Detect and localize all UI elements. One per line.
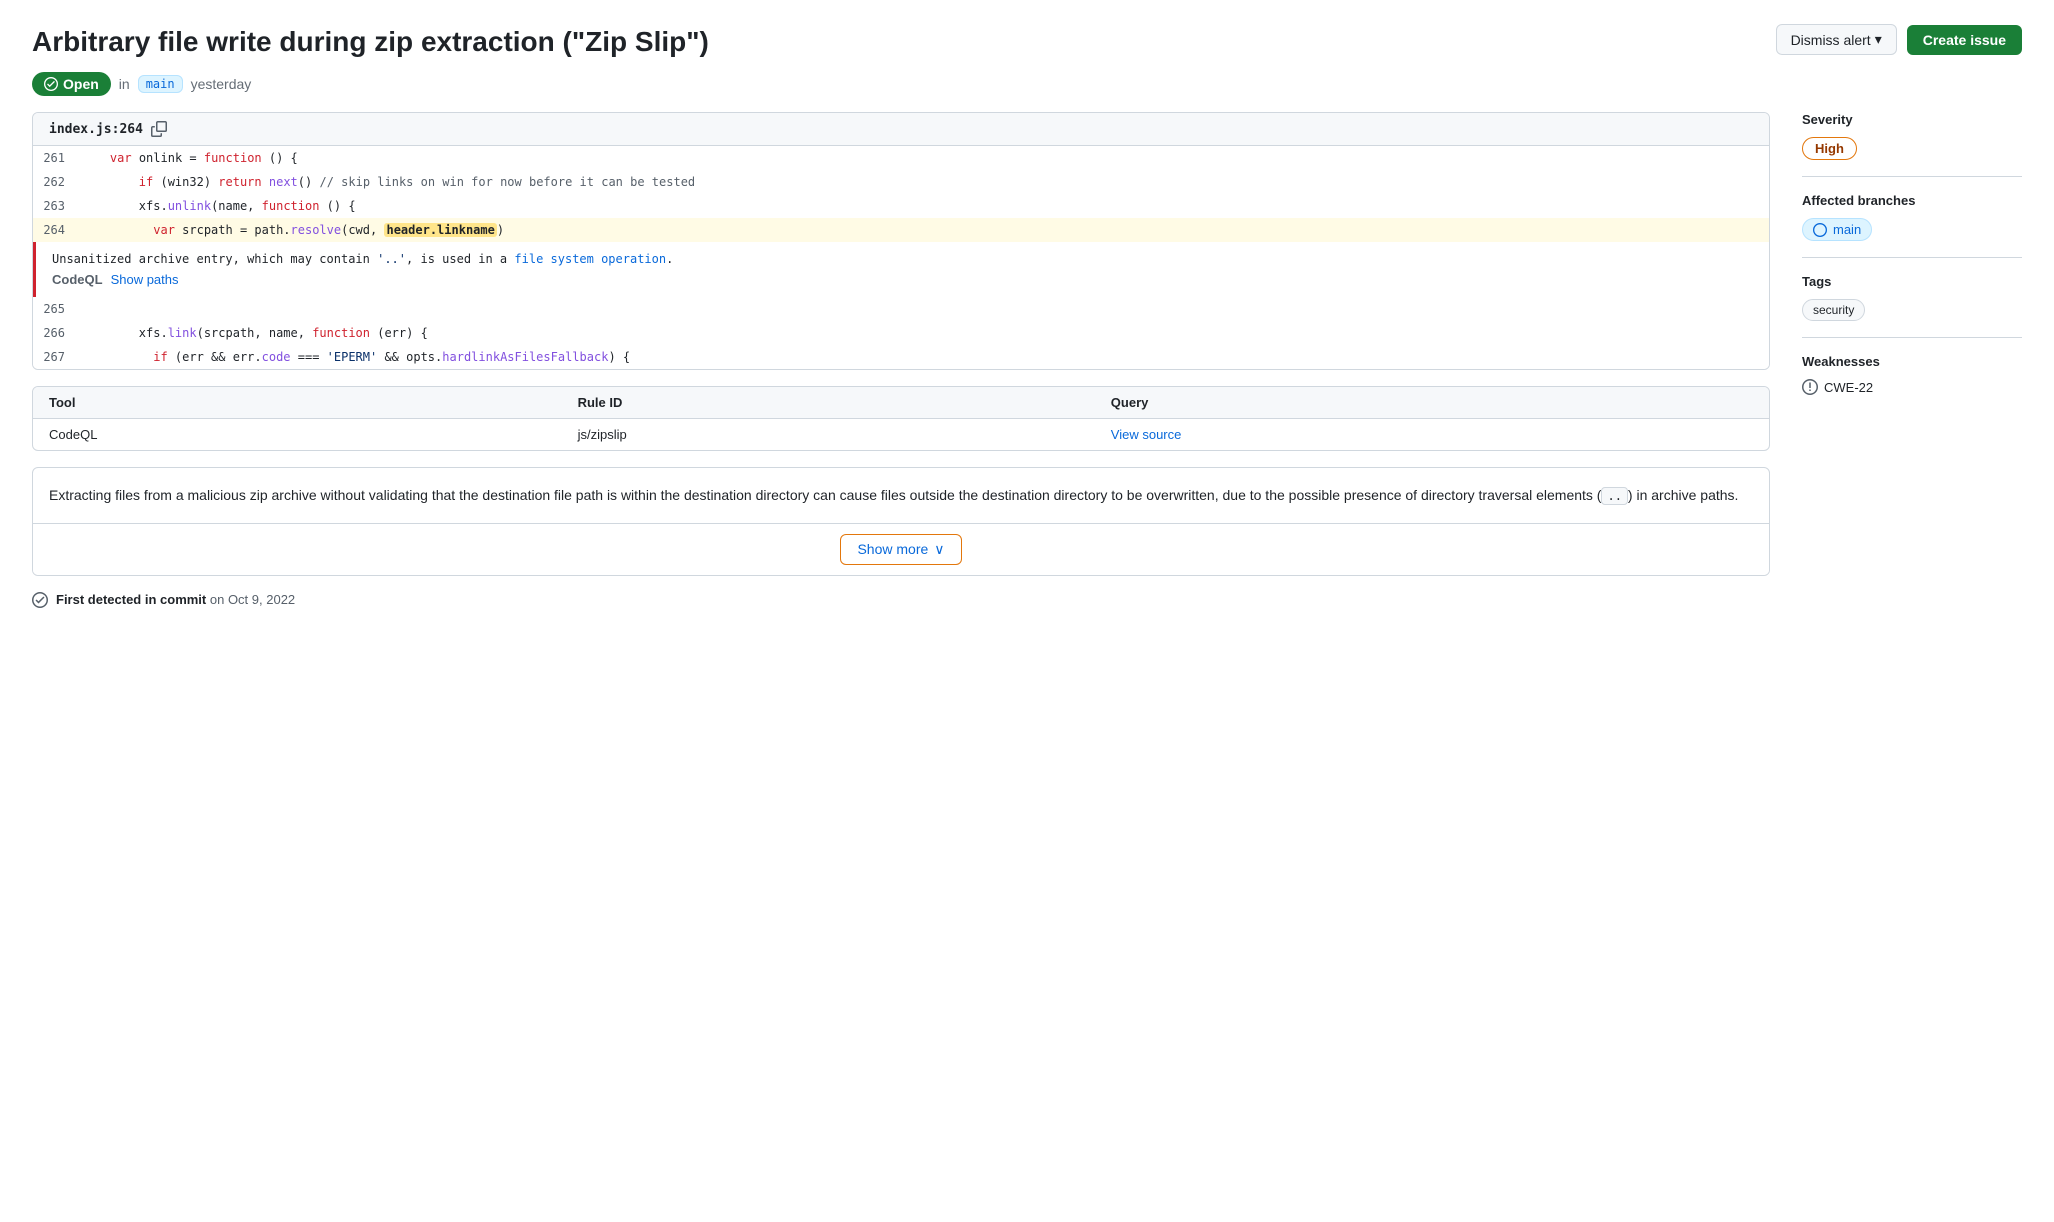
alert-section: Unsanitized archive entry, which may con… [33, 242, 1769, 297]
show-more-section: Show more ∨ [33, 523, 1769, 575]
chevron-down-icon: ∨ [934, 541, 944, 558]
branch-badge: main [138, 75, 183, 93]
first-detected-date: on Oct 9, 2022 [210, 592, 295, 607]
code-card: index.js:264 261 var onlink = function (… [32, 112, 1770, 370]
code-line-264: 264 var srcpath = path.resolve(cwd, head… [33, 218, 1769, 242]
code-line-267: 267 if (err && err.code === 'EPERM' && o… [33, 345, 1769, 369]
alert-text: Unsanitized archive entry, which may con… [52, 252, 1753, 266]
alert-footer: CodeQL Show paths [52, 272, 1753, 287]
create-issue-button[interactable]: Create issue [1907, 25, 2022, 55]
description-content: Extracting files from a malicious zip ar… [33, 468, 1769, 522]
affected-branch: main [1802, 218, 1872, 241]
time-text: yesterday [191, 76, 252, 92]
col-tool: Tool [33, 387, 562, 419]
col-query: Query [1095, 387, 1769, 419]
table-row: CodeQL js/zipslip View source [33, 419, 1769, 451]
col-rule-id: Rule ID [562, 387, 1095, 419]
tags-label: Tags [1802, 274, 2022, 289]
tool-card: Tool Rule ID Query CodeQL js/zipslip Vie… [32, 386, 1770, 451]
weakness-value: CWE-22 [1824, 380, 1873, 395]
view-source[interactable]: View source [1095, 419, 1769, 451]
shield-icon-sm [32, 592, 48, 608]
status-text: Open [63, 76, 99, 92]
file-name: index.js:264 [49, 122, 143, 137]
severity-label: Severity [1802, 112, 2022, 127]
chevron-down-icon: ▾ [1875, 31, 1882, 48]
description-card: Extracting files from a malicious zip ar… [32, 467, 1770, 575]
code-line-266: 266 xfs.link(srcpath, name, function (er… [33, 321, 1769, 345]
status-badge: Open [32, 72, 111, 96]
tool-name: CodeQL [33, 419, 562, 451]
in-text: in [119, 76, 130, 92]
code-line-261: 261 var onlink = function () { [33, 146, 1769, 170]
sidebar-weaknesses-section: Weaknesses CWE-22 [1802, 354, 2022, 411]
shield-icon [44, 77, 58, 91]
show-paths-link[interactable]: Show paths [111, 272, 179, 287]
weaknesses-label: Weaknesses [1802, 354, 2022, 369]
code-body: 261 var onlink = function () { 262 if (w… [33, 146, 1769, 369]
sidebar-tags-section: Tags security [1802, 274, 2022, 338]
code-header: index.js:264 [33, 113, 1769, 146]
sidebar-severity-section: Severity High [1802, 112, 2022, 177]
copy-icon[interactable] [151, 121, 167, 137]
dismiss-alert-button[interactable]: Dismiss alert ▾ [1776, 24, 1897, 55]
first-detected: First detected in commit on Oct 9, 2022 [32, 592, 1770, 608]
tool-table: Tool Rule ID Query CodeQL js/zipslip Vie… [33, 387, 1769, 450]
rule-id: js/zipslip [562, 419, 1095, 451]
codeql-label: CodeQL [52, 272, 103, 287]
show-more-label: Show more [857, 541, 928, 557]
code-line-265: 265 [33, 297, 1769, 321]
sidebar: Severity High Affected branches main Tag… [1802, 112, 2022, 427]
code-line-262: 262 if (win32) return next() // skip lin… [33, 170, 1769, 194]
branches-label: Affected branches [1802, 193, 2022, 208]
page-title: Arbitrary file write during zip extracti… [32, 24, 1752, 60]
warning-icon [1802, 379, 1818, 395]
tag-value: security [1802, 299, 1865, 321]
show-more-button[interactable]: Show more ∨ [840, 534, 961, 565]
severity-value: High [1802, 137, 1857, 160]
first-detected-text: First detected in commit on Oct 9, 2022 [56, 592, 295, 607]
branch-name: main [1833, 222, 1861, 237]
code-line-263: 263 xfs.unlink(name, function () { [33, 194, 1769, 218]
sidebar-branches-section: Affected branches main [1802, 193, 2022, 258]
weakness-item: CWE-22 [1802, 379, 2022, 395]
shield-branch-icon [1813, 223, 1827, 237]
